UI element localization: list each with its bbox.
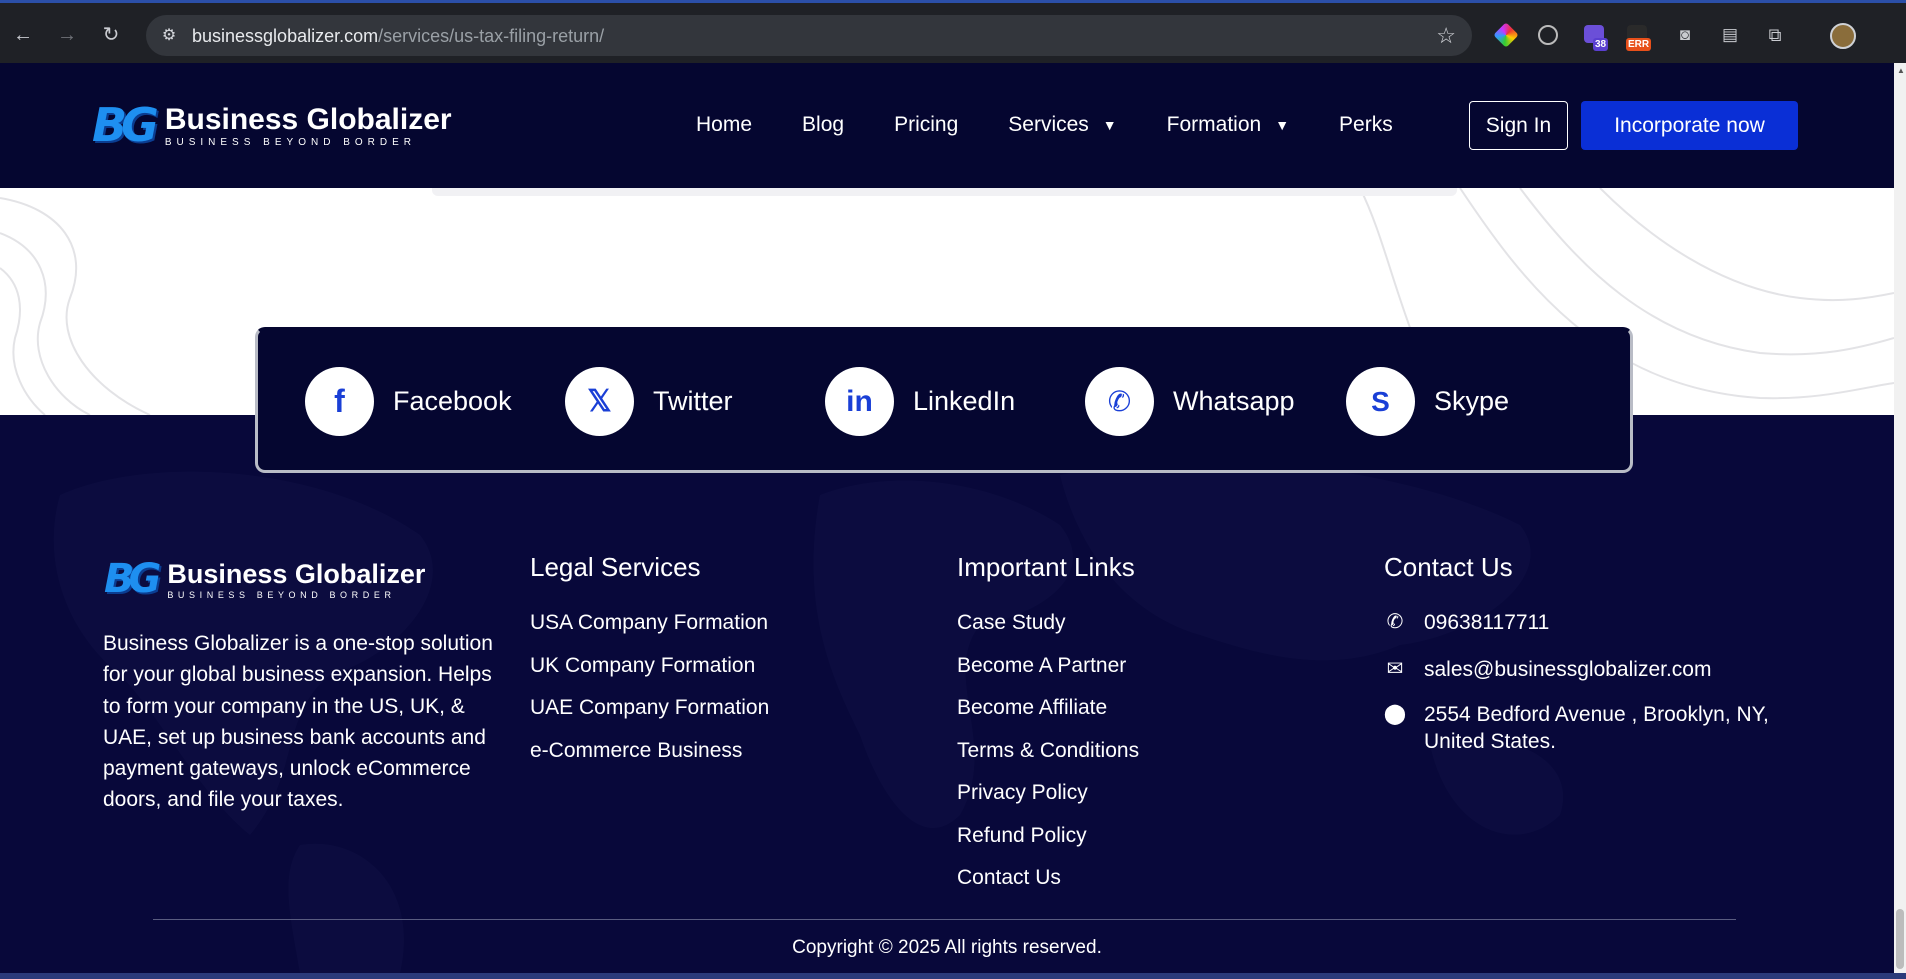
important-link-refund[interactable]: Refund Policy	[957, 824, 1087, 848]
footer-about-text: Business Globalizer is a one-stop soluti…	[103, 632, 493, 812]
footer-logo-mark: BG	[104, 556, 161, 602]
contact-phone-text: 09638117711	[1424, 611, 1550, 634]
extension-error-badge: ERR	[1626, 38, 1652, 51]
social-linkedin-label: LinkedIn	[913, 386, 1016, 416]
logo-mark: BG	[92, 98, 159, 152]
browser-toolbar: ← → ↻ ⚙ businessglobalizer.com/services/…	[0, 0, 1906, 63]
footer-logo[interactable]: BG Business Globalizer BUSINESS BEYOND B…	[104, 556, 425, 602]
facebook-icon: f	[305, 367, 374, 436]
incorporate-now-button[interactable]: Incorporate now	[1581, 101, 1798, 150]
important-link-case-study[interactable]: Case Study	[957, 611, 1066, 635]
important-link-terms[interactable]: Terms & Conditions	[957, 739, 1139, 763]
envelope-icon: ✉	[1386, 658, 1404, 680]
location-pin-icon: ⬤	[1383, 703, 1407, 725]
x-twitter-icon: 𝕏	[565, 367, 634, 436]
footer-divider	[153, 919, 1736, 920]
social-facebook-label: Facebook	[393, 386, 512, 416]
contact-email-text: sales@businessglobalizer.com	[1424, 658, 1712, 681]
back-icon[interactable]: ←	[10, 22, 36, 48]
logo-wordmark: Business Globalizer BUSINESS BEYOND BORD…	[165, 103, 452, 148]
forward-icon[interactable]: →	[54, 22, 80, 48]
contact-address: ⬤ 2554 Bedford Avenue , Brooklyn, NY, Un…	[1382, 701, 1804, 755]
menu-formation[interactable]: Formation ▼	[1167, 113, 1289, 137]
contact-address-text: 2554 Bedford Avenue , Brooklyn, NY, Unit…	[1424, 703, 1769, 753]
important-links-heading: Important Links	[957, 552, 1135, 582]
main-menu: Home Blog Pricing Services ▼ Formation ▼ P…	[696, 113, 1393, 137]
color-extension-icon[interactable]	[1493, 22, 1519, 48]
url-text[interactable]: businessglobalizer.com/services/us-tax-f…	[192, 26, 604, 47]
menu-services[interactable]: Services ▼	[1008, 113, 1116, 137]
social-whatsapp-label: Whatsapp	[1173, 386, 1295, 416]
reload-icon[interactable]: ↻	[98, 22, 124, 48]
menu-blog[interactable]: Blog	[802, 113, 844, 137]
social-links-bar: f Facebook 𝕏 Twitter in LinkedIn ✆ Whats…	[255, 327, 1633, 473]
window-icon[interactable]: ▤	[1717, 22, 1743, 48]
site-info-icon[interactable]: ⚙	[158, 25, 180, 47]
contact-email[interactable]: ✉ sales@businessglobalizer.com	[1382, 656, 1712, 683]
legal-link-uae[interactable]: UAE Company Formation	[530, 696, 769, 720]
footer-logo-tagline: BUSINESS BEYOND BORDER	[167, 589, 396, 600]
camera-icon[interactable]: ◙	[1672, 22, 1698, 48]
important-link-partner[interactable]: Become A Partner	[957, 654, 1126, 678]
important-link-affiliate[interactable]: Become Affiliate	[957, 696, 1107, 720]
menu-perks[interactable]: Perks	[1339, 113, 1393, 137]
menu-home[interactable]: Home	[696, 113, 752, 137]
logo-name: Business Globalizer	[164, 102, 452, 136]
menu-pricing[interactable]: Pricing	[894, 113, 958, 137]
chevron-down-icon: ▼	[1102, 117, 1117, 133]
address-bar[interactable]: ⚙ businessglobalizer.com/services/us-tax…	[146, 15, 1472, 56]
chevron-down-icon: ▼	[1275, 117, 1290, 133]
social-twitter[interactable]: 𝕏 Twitter	[565, 367, 733, 436]
legal-link-ecommerce[interactable]: e-Commerce Business	[530, 739, 742, 763]
page-scrollbar[interactable]	[1894, 63, 1906, 973]
previous-card-edge	[432, 188, 1457, 196]
legal-link-usa[interactable]: USA Company Formation	[530, 611, 768, 635]
social-twitter-label: Twitter	[653, 386, 733, 416]
window-bottom-edge	[0, 973, 1906, 979]
contact-us-heading: Contact Us	[1384, 552, 1513, 582]
social-whatsapp[interactable]: ✆ Whatsapp	[1085, 367, 1295, 436]
skype-icon: S	[1346, 367, 1415, 436]
bookmark-star-icon[interactable]: ☆	[1436, 23, 1456, 49]
menu-services-label: Services	[1008, 113, 1089, 136]
social-linkedin[interactable]: in LinkedIn	[825, 367, 1015, 436]
phone-icon: ✆	[1386, 611, 1404, 633]
social-skype[interactable]: S Skype	[1346, 367, 1509, 436]
important-link-contact[interactable]: Contact Us	[957, 866, 1061, 890]
footer-logo-name: Business Globalizer	[167, 558, 426, 589]
logo-tagline: BUSINESS BEYOND BORDER	[164, 136, 416, 148]
social-skype-label: Skype	[1434, 386, 1510, 416]
extension-badge-count: 38	[1593, 38, 1609, 51]
social-facebook[interactable]: f Facebook	[305, 367, 512, 436]
footer-logo-wordmark: Business Globalizer BUSINESS BEYOND BORD…	[167, 559, 425, 600]
linkedin-icon: in	[825, 367, 894, 436]
profile-avatar[interactable]	[1830, 23, 1856, 49]
sign-in-button[interactable]: Sign In	[1469, 101, 1568, 150]
whatsapp-icon: ✆	[1085, 367, 1154, 436]
scroll-up-arrow-icon[interactable]: ▲	[1897, 66, 1905, 75]
legal-link-uk[interactable]: UK Company Formation	[530, 654, 755, 678]
scrollbar-thumb[interactable]	[1896, 909, 1904, 969]
legal-services-heading: Legal Services	[530, 552, 701, 582]
copyright-text: Copyright © 2025 All rights reserved.	[792, 937, 1102, 958]
sync-extension-icon[interactable]	[1538, 25, 1558, 45]
contact-phone[interactable]: ✆ 09638117711	[1382, 609, 1550, 636]
puzzle-icon[interactable]: ⧉	[1762, 22, 1788, 48]
menu-formation-label: Formation	[1166, 113, 1262, 136]
header-logo[interactable]: BG Business Globalizer BUSINESS BEYOND B…	[92, 98, 452, 152]
important-link-privacy[interactable]: Privacy Policy	[957, 781, 1088, 805]
